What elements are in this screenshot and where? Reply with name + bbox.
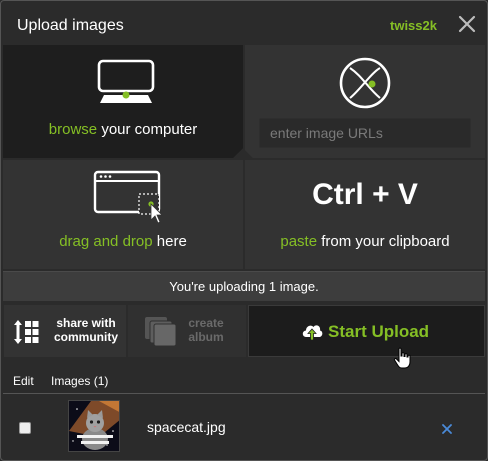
paste-clipboard-tile: Ctrl + V paste from your clipboard [245, 160, 485, 269]
upload-source-grid: browse your computer dr [3, 45, 485, 269]
drag-drop-tile[interactable]: drag and drop here [3, 160, 243, 269]
start-upload-button[interactable]: Start Upload [248, 305, 485, 357]
cloud-upload-icon [302, 325, 323, 341]
image-url-input[interactable] [259, 118, 471, 148]
dialog-title: Upload images [17, 17, 124, 34]
create-album-button[interactable]: create album [128, 305, 246, 357]
file-thumbnail [68, 400, 120, 452]
close-button[interactable] [457, 14, 477, 34]
images-count-label: Images (1) [51, 374, 109, 388]
upload-status-bar: You're uploading 1 image. [3, 271, 485, 301]
globe-icon [339, 57, 391, 109]
file-select-checkbox[interactable] [19, 422, 31, 434]
upload-actions: share with community create album Start … [3, 305, 485, 357]
share-with-community-button[interactable]: share with community [4, 305, 126, 357]
share-with-community-label: share with community [53, 316, 118, 344]
browse-computer-label: browse your computer [48, 121, 198, 138]
album-stack-icon [145, 317, 177, 347]
remove-file-icon[interactable] [442, 424, 452, 434]
upload-dialog: Upload images twiss2k browse your comput… [0, 0, 488, 461]
close-icon [458, 15, 476, 33]
spacecat-thumbnail-image [69, 401, 119, 451]
share-grid-icon [14, 320, 39, 344]
paste-clipboard-label: paste from your clipboard [280, 233, 450, 250]
drag-window-icon [93, 170, 163, 224]
image-list-header: Edit Images (1) [13, 374, 122, 388]
monitor-icon [97, 59, 155, 103]
dialog-header: Upload images twiss2k [1, 1, 487, 46]
image-url-tile [245, 45, 485, 158]
edit-link[interactable]: Edit [13, 374, 34, 388]
hand-cursor-icon [393, 347, 411, 369]
drag-drop-label: drag and drop here [59, 233, 187, 250]
username-link[interactable]: twiss2k [390, 18, 437, 33]
create-album-label: create album [188, 316, 224, 344]
file-list-item: spacecat.jpg [3, 393, 485, 457]
browse-computer-tile[interactable]: browse your computer [3, 45, 243, 158]
file-name: spacecat.jpg [147, 419, 226, 435]
paste-shortcut-text: Ctrl + V [312, 178, 418, 211]
start-upload-label: Start Upload [328, 322, 430, 341]
